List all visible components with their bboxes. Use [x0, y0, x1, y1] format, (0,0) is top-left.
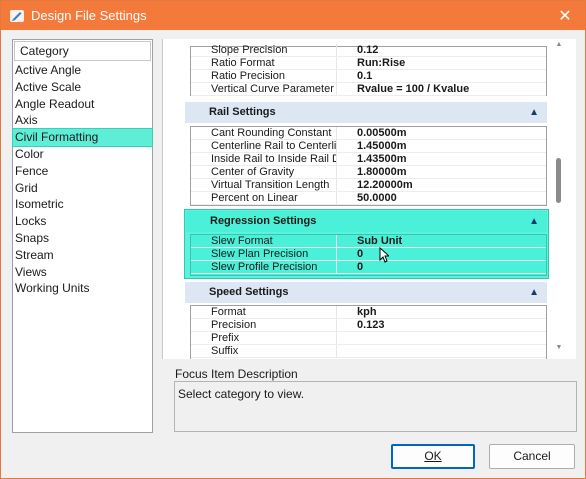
property-value[interactable]: 0.00500m	[336, 127, 546, 139]
category-items: Active Angle Active Scale Angle Readout Axi…	[12, 62, 153, 297]
category-item-views[interactable]: Views	[13, 264, 152, 281]
property-name: Slew Profile Precision	[211, 261, 318, 273]
property-row[interactable]: Vertical Curve Parameter FormatRvalue = …	[191, 83, 546, 96]
speed-settings-title: Speed Settings	[209, 286, 289, 298]
property-row[interactable]: Ratio Format Run:Rise	[191, 57, 546, 70]
category-item-civil-formatting[interactable]: Civil Formatting	[12, 128, 153, 147]
property-value[interactable]: 0	[336, 261, 546, 273]
scroll-down-icon[interactable]: ▼	[554, 344, 564, 354]
property-name: Slope Precision	[211, 44, 288, 56]
property-name: Ratio Precision	[211, 70, 285, 82]
property-value[interactable]: 0.12	[336, 44, 546, 56]
property-row[interactable]: Prefix	[191, 332, 546, 345]
property-name: Center of Gravity	[211, 166, 295, 178]
title-bar: Design File Settings ✕	[1, 1, 585, 30]
property-name: Virtual Transition Length	[211, 179, 330, 191]
collapse-chevron-icon[interactable]: ▲	[529, 282, 539, 303]
property-value[interactable]: 12.20000m	[336, 179, 546, 191]
category-item-active-scale[interactable]: Active Scale	[13, 79, 152, 96]
vertical-scrollbar[interactable]: ▲ ▼	[554, 39, 564, 359]
property-value[interactable]	[336, 345, 546, 357]
property-name: Slew Plan Precision	[211, 248, 309, 260]
property-name: Cant Rounding Constant	[211, 127, 332, 139]
speed-settings-table: Format kph Precision 0.123 Prefix Suffix	[190, 305, 547, 359]
regression-settings-title: Regression Settings	[210, 215, 317, 227]
collapse-chevron-icon[interactable]: ▲	[529, 102, 539, 123]
property-row[interactable]: Slew Profile Precision 0	[191, 261, 546, 274]
property-value[interactable]: 1.45000m	[336, 140, 546, 152]
category-item-axis[interactable]: Axis	[13, 112, 152, 129]
property-value[interactable]: 0.1	[336, 70, 546, 82]
property-name: Precision	[211, 319, 257, 331]
cancel-button[interactable]: Cancel	[489, 444, 575, 469]
property-row[interactable]: Slew Format Sub Unit	[191, 235, 546, 248]
property-value[interactable]: Rvalue = 100 / Kvalue	[336, 83, 546, 95]
property-row[interactable]: Center of Gravity 1.80000m	[191, 166, 546, 179]
property-value[interactable]: kph	[336, 306, 546, 318]
property-name: Slew Format	[211, 235, 273, 247]
category-item-fence[interactable]: Fence	[13, 163, 152, 180]
property-row[interactable]: Ratio Precision 0.1	[191, 70, 546, 83]
property-name: Prefix	[211, 332, 240, 344]
close-icon: ✕	[558, 7, 572, 25]
focus-item-text: Select category to view.	[178, 387, 305, 401]
category-item-color[interactable]: Color	[13, 146, 152, 163]
property-value[interactable]: 1.43500m	[336, 153, 546, 165]
close-button[interactable]: ✕	[543, 1, 585, 30]
property-row[interactable]: Percent on Linear 50.0000	[191, 192, 546, 205]
regression-settings-header[interactable]: Regression Settings ▲	[186, 211, 547, 232]
property-row[interactable]: Slew Plan Precision 0	[191, 248, 546, 261]
property-row[interactable]: Suffix	[191, 345, 546, 358]
property-value[interactable]: 0	[336, 248, 546, 260]
property-row[interactable]: Inside Rail to Inside Rail Distance1.435…	[191, 153, 546, 166]
focus-item-description: Select category to view.	[174, 381, 577, 432]
collapse-chevron-icon[interactable]: ▲	[529, 211, 539, 232]
category-header[interactable]: Category	[14, 41, 151, 61]
civil-formatting-table: Slope Precision 0.12 Ratio Format Run:Rise R…	[190, 44, 547, 96]
scroll-up-icon[interactable]: ▲	[554, 41, 564, 51]
ok-button[interactable]: OK	[391, 444, 475, 469]
property-row[interactable]: Precision 0.123	[191, 319, 546, 332]
cancel-button-label: Cancel	[513, 449, 551, 463]
property-name: Percent on Linear	[211, 192, 298, 204]
category-item-locks[interactable]: Locks	[13, 213, 152, 230]
category-item-grid[interactable]: Grid	[13, 180, 152, 197]
category-item-stream[interactable]: Stream	[13, 247, 152, 264]
rail-settings-table: Cant Rounding Constant 0.00500m Centerline…	[190, 126, 547, 206]
speed-settings-header[interactable]: Speed Settings ▲	[185, 282, 547, 303]
property-row[interactable]: Cant Rounding Constant 0.00500m	[191, 127, 546, 140]
scroll-thumb[interactable]	[556, 158, 561, 203]
property-row[interactable]: Format kph	[191, 306, 546, 319]
category-list[interactable]: Category Active Angle Active Scale Angle R…	[12, 39, 153, 433]
property-value[interactable]: 50.0000	[336, 192, 546, 204]
category-item-isometric[interactable]: Isometric	[13, 196, 152, 213]
rail-settings-header[interactable]: Rail Settings ▲	[185, 102, 547, 123]
window-title: Design File Settings	[31, 8, 147, 23]
property-value[interactable]	[336, 332, 546, 344]
category-item-snaps[interactable]: Snaps	[13, 230, 152, 247]
category-item-angle-readout[interactable]: Angle Readout	[13, 96, 152, 113]
mouse-cursor-icon	[379, 247, 389, 263]
property-name: Vertical Curve Parameter Format	[211, 83, 336, 95]
property-value[interactable]: 1.80000m	[336, 166, 546, 178]
property-row[interactable]: Slope Precision 0.12	[191, 44, 546, 57]
rail-settings-title: Rail Settings	[209, 106, 276, 118]
property-value[interactable]: 0.123	[336, 319, 546, 331]
property-name: Ratio Format	[211, 57, 275, 69]
property-value[interactable]: Run:Rise	[336, 57, 546, 69]
property-name: Centerline Rail to Centerline Rail D	[211, 140, 336, 152]
property-value[interactable]: Sub Unit	[336, 235, 546, 247]
category-item-working-units[interactable]: Working Units	[13, 280, 152, 297]
property-row[interactable]: Centerline Rail to Centerline Rail D1.45…	[191, 140, 546, 153]
app-icon	[10, 9, 24, 22]
focus-item-label: Focus Item Description	[175, 367, 298, 381]
category-item-active-angle[interactable]: Active Angle	[13, 62, 152, 79]
ok-button-label: OK	[424, 449, 442, 463]
property-name: Format	[211, 306, 246, 318]
design-file-settings-dialog: Design File Settings ✕ Category Active A…	[0, 0, 586, 479]
property-row[interactable]: Virtual Transition Length 12.20000m	[191, 179, 546, 192]
property-name: Inside Rail to Inside Rail Distance	[211, 153, 336, 165]
property-name: Suffix	[211, 345, 239, 357]
regression-settings-table: Slew Format Sub Unit Slew Plan Precision 0 S…	[190, 234, 547, 276]
